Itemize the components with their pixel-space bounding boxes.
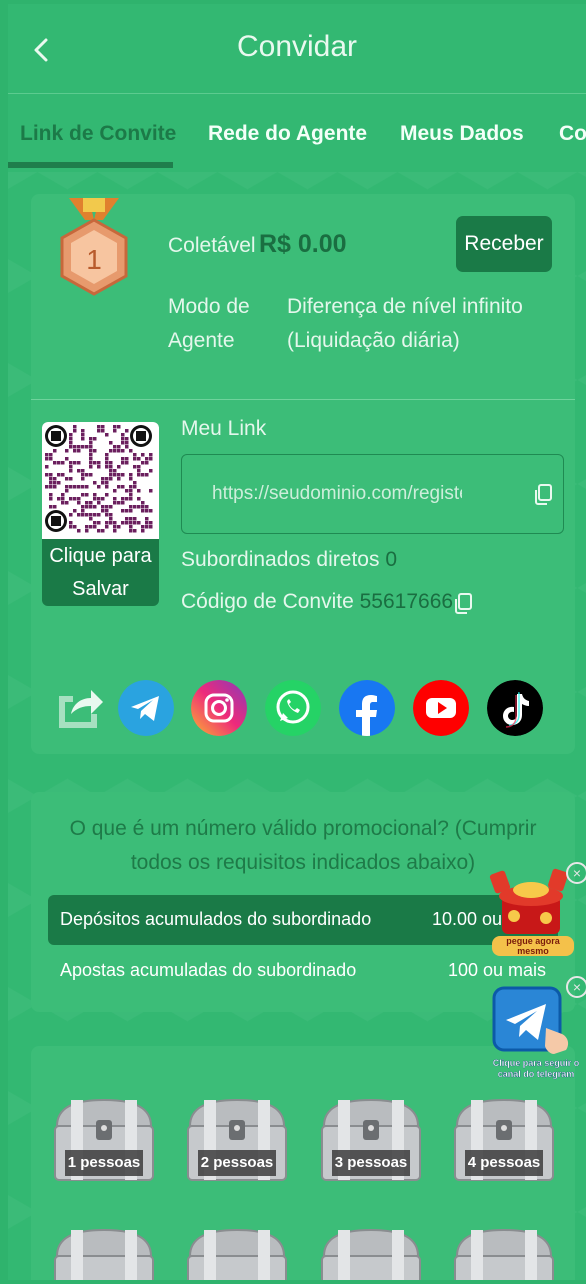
app-screen: Convidar Link de Convite Rede do Agente … <box>8 4 586 1280</box>
chest-item[interactable] <box>184 1226 290 1280</box>
tab-link-convite[interactable]: Link de Convite <box>20 122 176 146</box>
chest-icon <box>187 1228 287 1280</box>
chest-item[interactable]: 1 pessoas <box>51 1096 157 1186</box>
my-link-value: https://seudominio.com/register?code=556… <box>212 483 462 504</box>
chest-icon <box>321 1228 421 1280</box>
chest-item[interactable] <box>51 1226 157 1280</box>
direct-subs-label: Subordinados diretos <box>181 548 380 571</box>
qr-code-save[interactable]: Clique para Salvar <box>42 422 159 606</box>
tiktok-icon[interactable] <box>487 680 543 736</box>
chest-label: 2 pessoas <box>198 1150 276 1176</box>
medal-icon: 1 <box>60 198 128 296</box>
instagram-icon[interactable] <box>191 680 247 736</box>
active-tab-indicator <box>8 162 173 168</box>
gift-icon <box>489 868 568 934</box>
qr-code <box>42 422 159 539</box>
my-link-field[interactable]: https://seudominio.com/register?code=556… <box>181 454 564 534</box>
tab-bar: Link de Convite Rede do Agente Meus Dado… <box>8 94 586 168</box>
my-link-label: Meu Link <box>181 417 267 440</box>
chest-icon <box>54 1228 154 1280</box>
telegram-banner-icon <box>492 986 569 1054</box>
invite-code-value: 55617666 <box>359 590 454 613</box>
chest-icon <box>454 1228 554 1280</box>
invite-code-label: Código de Convite <box>181 590 354 613</box>
floating-telegram-widget[interactable]: Clique para seguir o canal do telegram × <box>484 976 586 1080</box>
agent-mode-value: Diferença de nível infinito (Liquidação … <box>287 295 523 352</box>
youtube-icon[interactable] <box>413 680 469 736</box>
telegram-icon[interactable] <box>118 680 174 736</box>
divider <box>31 399 575 400</box>
invite-code: Código de Convite 55617666 <box>181 590 453 614</box>
requirement-label: Apostas acumuladas do subordinado <box>60 960 357 980</box>
facebook-icon[interactable] <box>339 680 395 736</box>
chest-label: 4 pessoas <box>465 1150 543 1176</box>
requirement-row: Depósitos acumulados do subordinado 10.0… <box>48 895 558 945</box>
direct-subordinates: Subordinados diretos 0 <box>181 548 397 572</box>
receive-button[interactable]: Receber <box>456 216 552 272</box>
gift-caption: pegue agora mesmo <box>492 936 574 956</box>
close-icon[interactable]: × <box>566 862 586 884</box>
reward-chests-card: 1 pessoas 2 pessoas 3 pessoas 4 pessoas <box>31 1046 575 1280</box>
collect-value: R$ 0.00 <box>259 230 347 258</box>
medal-number: 1 <box>86 244 102 275</box>
tab-rede-agente[interactable]: Rede do Agente <box>208 122 367 146</box>
close-icon[interactable]: × <box>566 976 586 998</box>
qr-save-label: Clique para Salvar <box>49 545 152 600</box>
copy-code-icon[interactable] <box>452 592 474 616</box>
agent-mode-label: Modo de Agente <box>168 295 250 352</box>
requirement-label: Depósitos acumulados do subordinado <box>60 909 372 929</box>
chest-item[interactable]: 4 pessoas <box>451 1096 557 1186</box>
collect-label: Coletável <box>168 234 256 257</box>
requirement-row: Apostas acumuladas do subordinado 100 ou… <box>48 946 558 996</box>
whatsapp-icon[interactable] <box>265 680 321 736</box>
copy-icon[interactable] <box>532 483 554 507</box>
chest-item[interactable] <box>451 1226 557 1280</box>
header: Convidar <box>8 4 586 94</box>
floating-gift-widget[interactable]: pegue agora mesmo × <box>484 862 586 956</box>
chest-label: 3 pessoas <box>332 1150 410 1176</box>
chest-item[interactable] <box>318 1226 424 1280</box>
page-title: Convidar <box>236 30 358 63</box>
telegram-caption: Clique para seguir o canal do telegram <box>492 1058 580 1079</box>
chest-item[interactable]: 2 pessoas <box>184 1096 290 1186</box>
tab-meus-dados[interactable]: Meus Dados <box>400 122 524 146</box>
tab-more[interactable]: Co <box>559 122 586 146</box>
chest-item[interactable]: 3 pessoas <box>318 1096 424 1186</box>
invite-card: 1 Coletável R$ 0.00 Receber Modo de Agen… <box>31 194 575 754</box>
share-icon[interactable] <box>53 680 103 730</box>
direct-subs-value: 0 <box>385 548 397 571</box>
chest-label: 1 pessoas <box>65 1150 143 1176</box>
promo-question: O que é um número válido promocional? (C… <box>69 817 537 874</box>
